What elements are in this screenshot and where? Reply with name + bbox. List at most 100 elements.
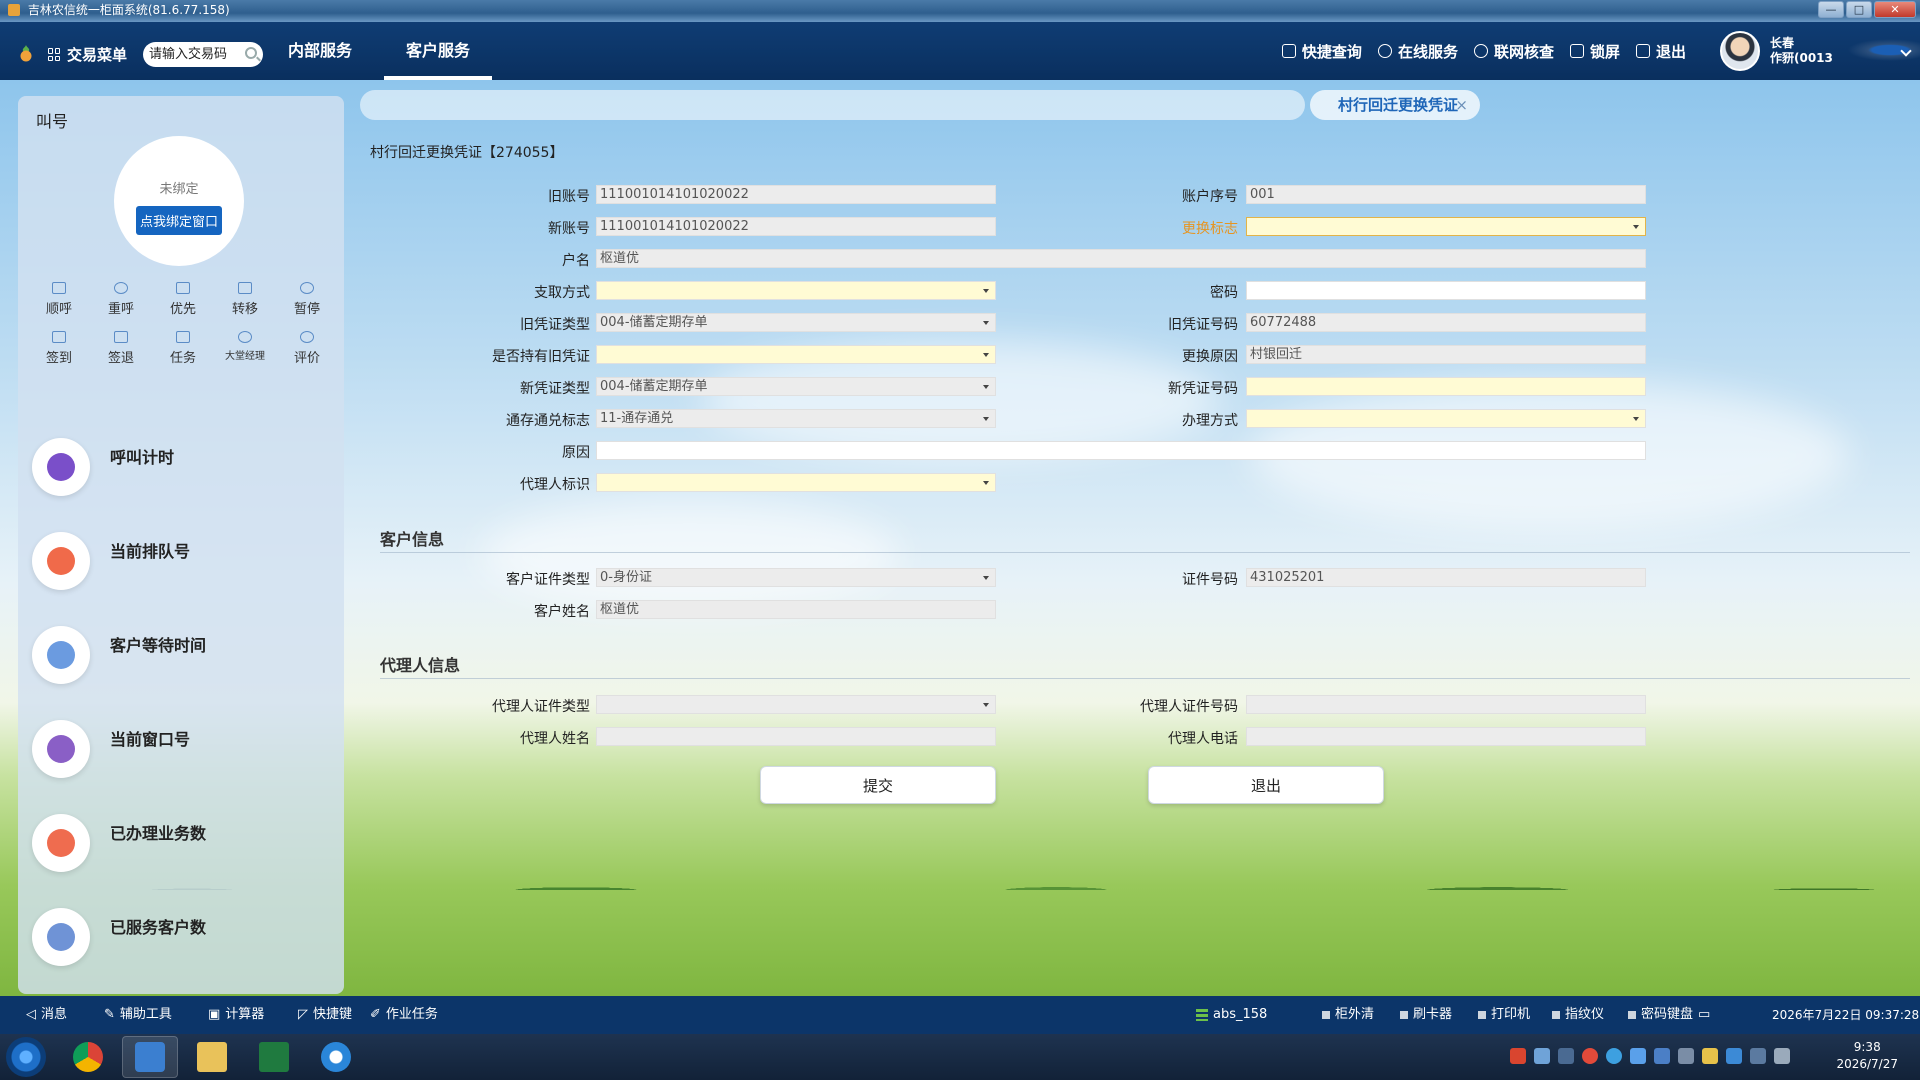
- customer-id-no-label: 证件号码: [1182, 572, 1238, 588]
- bluetooth-icon[interactable]: [1726, 1048, 1742, 1064]
- change-flag-select[interactable]: [1246, 217, 1646, 236]
- has-old-voucher-select[interactable]: [596, 345, 996, 364]
- account-seq-label: 账户序号: [1182, 189, 1238, 205]
- tab-internal-service[interactable]: 内部服务: [266, 22, 374, 80]
- calculator-icon: ▣: [208, 1007, 221, 1022]
- new-voucher-no-field[interactable]: [1246, 377, 1646, 396]
- withdraw-method-select[interactable]: [596, 281, 996, 300]
- user-info[interactable]: 长春 作豜(0013: [1770, 28, 1920, 72]
- sign-in-button[interactable]: 签到: [28, 331, 90, 366]
- bind-window-button[interactable]: 点我绑定窗口: [135, 206, 222, 235]
- tab-customer-service[interactable]: 客户服务: [384, 22, 493, 80]
- dropdown-caret-icon[interactable]: [1633, 225, 1639, 229]
- tray-app-icon[interactable]: [1558, 1048, 1574, 1064]
- pause-button[interactable]: 暂停: [276, 282, 338, 317]
- password-field[interactable]: [1246, 281, 1646, 300]
- stat-transactions-done: 已办理业务数: [32, 814, 332, 884]
- logout-button[interactable]: 退出: [1635, 41, 1686, 62]
- exit-button[interactable]: 退出: [1148, 766, 1384, 804]
- shortcuts-button[interactable]: ◸ 快捷键: [298, 996, 352, 1034]
- dropdown-caret-icon[interactable]: [1633, 417, 1639, 421]
- transfer-button[interactable]: 转移: [214, 282, 276, 317]
- priority-button[interactable]: 优先: [152, 282, 214, 317]
- universal-flag-select[interactable]: 11-通存通兑: [596, 409, 996, 428]
- explorer-taskbar-button[interactable]: [184, 1036, 240, 1078]
- dropdown-caret-icon[interactable]: [983, 289, 989, 293]
- agent-flag-select[interactable]: [596, 473, 996, 492]
- chrome-taskbar-button[interactable]: [60, 1036, 116, 1078]
- calculator-button[interactable]: ▣ 计算器: [208, 996, 264, 1034]
- task-button[interactable]: 任务: [152, 331, 214, 366]
- close-button[interactable]: ✕: [1874, 1, 1916, 18]
- transaction-menu-button[interactable]: 交易菜单: [48, 44, 127, 65]
- list-icon: [52, 282, 66, 294]
- tab-voucher-replacement[interactable]: 村行回迁更换凭证 ×: [1310, 90, 1480, 120]
- evaluate-button[interactable]: 评价: [276, 331, 338, 366]
- volume-icon[interactable]: [1774, 1048, 1790, 1064]
- agent-name-field[interactable]: [596, 727, 996, 746]
- taskbar-clock[interactable]: 9:38 2026/7/27: [1836, 1039, 1898, 1073]
- dropdown-caret-icon[interactable]: [983, 703, 989, 707]
- agent-id-no-field[interactable]: [1246, 695, 1646, 714]
- agent-id-no-label: 代理人证件号码: [1140, 699, 1238, 715]
- handling-method-select[interactable]: [1246, 409, 1646, 428]
- network-icon[interactable]: [1750, 1048, 1766, 1064]
- agent-phone-field[interactable]: [1246, 727, 1646, 746]
- tray-app-icon[interactable]: [1582, 1048, 1598, 1064]
- sequential-call-button[interactable]: 顺呼: [28, 282, 90, 317]
- start-button[interactable]: [6, 1037, 46, 1077]
- lock-screen-button[interactable]: 锁屏: [1569, 41, 1620, 62]
- search-icon[interactable]: [245, 47, 257, 59]
- new-voucher-type-select[interactable]: 004-储蓄定期存单: [596, 377, 996, 396]
- counter-app-taskbar-button[interactable]: [122, 1036, 178, 1078]
- old-voucher-type-select[interactable]: 004-储蓄定期存单: [596, 313, 996, 332]
- maximize-button[interactable]: □: [1846, 1, 1872, 18]
- messages-button[interactable]: ◁ 消息: [26, 996, 67, 1034]
- input-method-icon[interactable]: [1510, 1048, 1526, 1064]
- online-service-button[interactable]: 在线服务: [1377, 41, 1458, 62]
- dropdown-caret-icon[interactable]: [983, 353, 989, 357]
- aux-tools-button[interactable]: ✎ 辅助工具: [104, 996, 172, 1034]
- work-tasks-button[interactable]: ✐ 作业任务: [370, 996, 438, 1034]
- window-bind-circle: 未绑定 点我绑定窗口: [114, 136, 244, 266]
- customer-id-type-select[interactable]: 0-身份证: [596, 568, 996, 587]
- browser-icon: [321, 1042, 351, 1072]
- browser-taskbar-button[interactable]: [308, 1036, 364, 1078]
- quick-query-button[interactable]: 快捷查询: [1281, 41, 1362, 62]
- old-voucher-no-field[interactable]: 60772488: [1246, 313, 1646, 332]
- dropdown-caret-icon[interactable]: [983, 321, 989, 325]
- network-verify-button[interactable]: 联网核查: [1473, 41, 1554, 62]
- agent-id-type-select[interactable]: [596, 695, 996, 714]
- tray-app-icon[interactable]: [1606, 1048, 1622, 1064]
- terminal-id: abs_158: [1196, 996, 1267, 1034]
- tray-app-icon[interactable]: [1534, 1048, 1550, 1064]
- excel-taskbar-button[interactable]: [246, 1036, 302, 1078]
- submit-button[interactable]: 提交: [760, 766, 996, 804]
- status-datetime: 2026年7月22日 09:37:28: [1772, 1008, 1920, 1022]
- quick-query-icon: [1281, 44, 1296, 58]
- customer-id-no-field[interactable]: 431025201: [1246, 568, 1646, 587]
- close-icon[interactable]: ×: [1455, 90, 1468, 120]
- tray-app-icon[interactable]: [1654, 1048, 1670, 1064]
- change-reason-field[interactable]: 村银回迁: [1246, 345, 1646, 364]
- dropdown-caret-icon[interactable]: [983, 481, 989, 485]
- old-account-field[interactable]: 111001014101020022: [596, 185, 996, 204]
- customer-name-field[interactable]: 枢道优: [596, 600, 996, 619]
- sign-out-button[interactable]: 签退: [90, 331, 152, 366]
- minimize-button[interactable]: —: [1818, 1, 1844, 18]
- reason-field[interactable]: [596, 441, 1646, 460]
- dropdown-caret-icon[interactable]: [983, 385, 989, 389]
- tray-app-icon[interactable]: [1678, 1048, 1694, 1064]
- avatar[interactable]: [1720, 31, 1760, 71]
- new-account-field[interactable]: 111001014101020022: [596, 217, 996, 236]
- holder-name-field[interactable]: 枢道优: [596, 249, 1646, 268]
- tray-app-icon[interactable]: [1702, 1048, 1718, 1064]
- queue-button-label: 签到: [45, 351, 72, 366]
- tray-app-icon[interactable]: [1630, 1048, 1646, 1064]
- account-seq-field[interactable]: 001: [1246, 185, 1646, 204]
- dropdown-caret-icon[interactable]: [983, 417, 989, 421]
- recall-button[interactable]: 重呼: [90, 282, 152, 317]
- dropdown-caret-icon[interactable]: [983, 576, 989, 580]
- lobby-manager-button[interactable]: 大堂经理: [214, 331, 276, 366]
- transaction-code-search[interactable]: 请输入交易码: [143, 42, 263, 67]
